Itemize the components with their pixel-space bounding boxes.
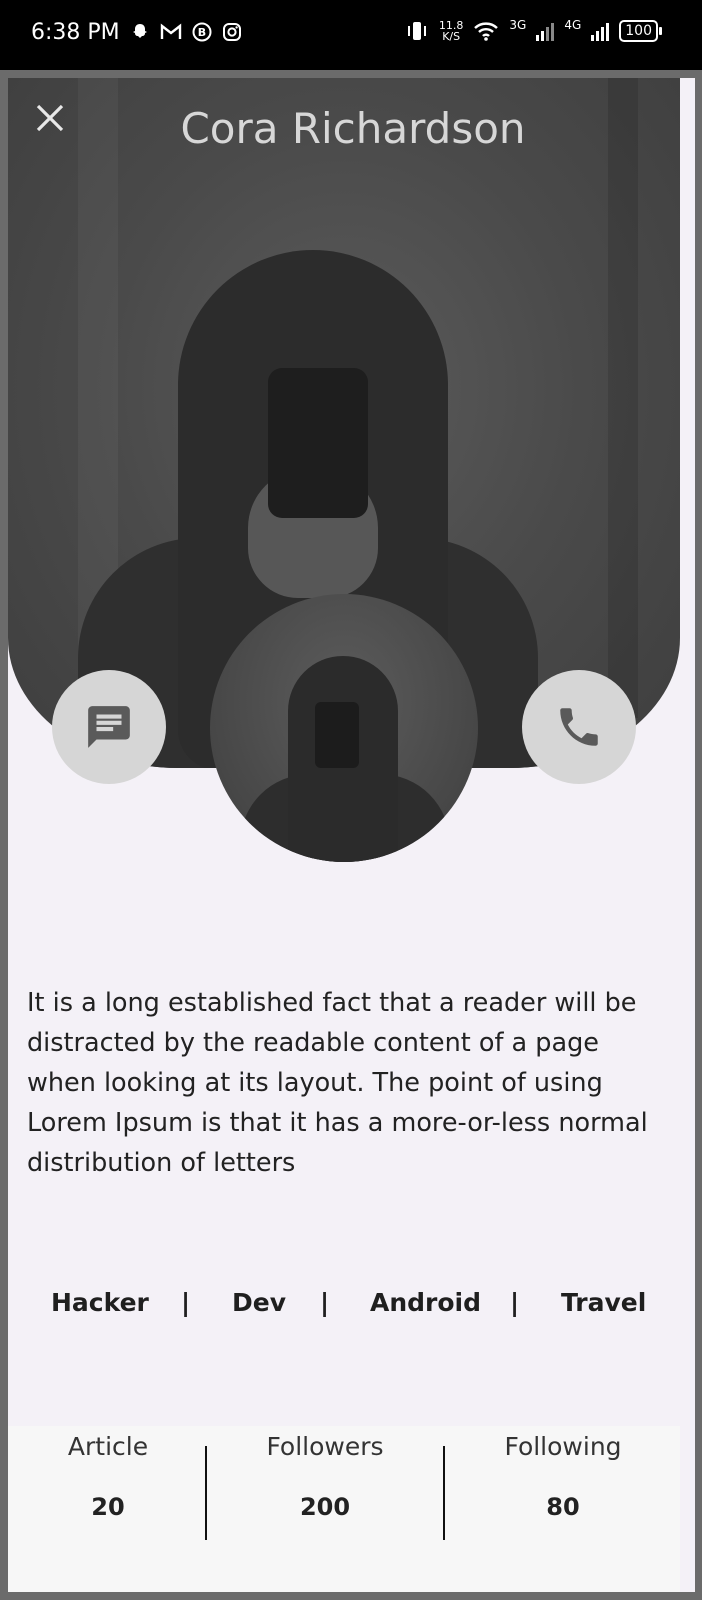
stat-article[interactable]: Article 20 xyxy=(8,1426,208,1521)
call-button[interactable] xyxy=(522,670,636,784)
stat-label: Following xyxy=(504,1432,622,1461)
network-speed-unit: K/S xyxy=(442,30,461,43)
network-speed: 11.8 K/S xyxy=(439,20,464,42)
phone-icon xyxy=(560,708,598,746)
tag-travel: Travel xyxy=(561,1288,647,1317)
tag-dev: Dev xyxy=(232,1288,287,1317)
gmail-icon xyxy=(160,23,182,39)
message-button[interactable] xyxy=(52,670,166,784)
tag-hacker: Hacker xyxy=(51,1288,149,1317)
stat-label: Followers xyxy=(266,1432,384,1461)
network-4g-label: 4G xyxy=(564,18,582,32)
tag-separator: | xyxy=(510,1288,520,1317)
stat-value: 20 xyxy=(91,1493,125,1521)
tag-separator: | xyxy=(181,1288,191,1317)
b-circle-icon: B xyxy=(192,22,212,42)
battery-indicator: 100 xyxy=(619,20,662,42)
message-icon xyxy=(88,706,130,748)
wifi-icon xyxy=(474,22,499,41)
tag-android: Android xyxy=(370,1288,482,1317)
network-3g-label: 3G xyxy=(509,18,527,32)
stat-divider xyxy=(205,1446,207,1540)
profile-screen: Cora Richardson It is a long established… xyxy=(8,78,695,1592)
tag-list: Hacker | Dev | Android | Travel xyxy=(8,1288,680,1328)
status-bar: 6:38 PM B 11.8 K/S 3G 4G 100 xyxy=(0,0,702,70)
notification-icons: B xyxy=(130,22,242,42)
stat-value: 200 xyxy=(299,1493,351,1521)
profile-description: It is a long established fact that a rea… xyxy=(27,988,648,1178)
instagram-icon xyxy=(223,23,241,41)
vibrate-icon xyxy=(407,22,426,40)
tag-separator: | xyxy=(320,1288,330,1317)
profile-name: Cora Richardson xyxy=(180,104,526,153)
signal-icon-2 xyxy=(591,23,610,41)
avatar[interactable] xyxy=(210,594,478,862)
snapchat-icon xyxy=(133,24,147,38)
stat-divider xyxy=(443,1446,445,1540)
status-time: 6:38 PM xyxy=(31,20,120,45)
svg-text:B: B xyxy=(198,26,206,39)
stats-bar: Article 20 Followers 200 Following 80 xyxy=(8,1426,680,1592)
stat-label: Article xyxy=(67,1432,149,1461)
stat-value: 80 xyxy=(546,1493,580,1521)
signal-icon-1 xyxy=(536,23,555,41)
stat-following[interactable]: Following 80 xyxy=(463,1426,663,1521)
stat-followers[interactable]: Followers 200 xyxy=(225,1426,425,1521)
system-icons: 11.8 K/S 3G 4G 100 xyxy=(405,18,662,42)
